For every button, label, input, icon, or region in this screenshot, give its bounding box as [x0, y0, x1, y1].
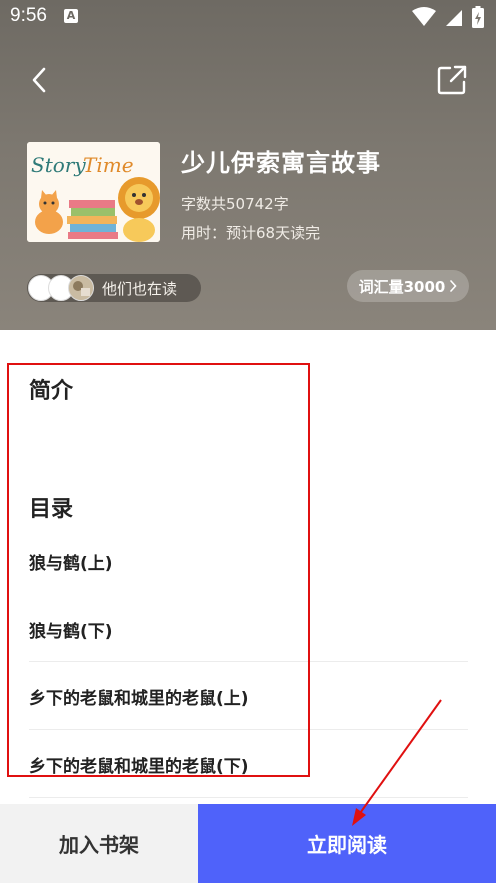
add-to-shelf-button[interactable]: 加入书架 — [0, 804, 198, 883]
battery-charging-icon — [472, 6, 484, 28]
chevron-right-icon — [450, 280, 457, 292]
share-button[interactable] — [436, 64, 468, 96]
status-time: 9:56 — [10, 5, 47, 26]
divider — [29, 797, 468, 798]
reading-time: 用时：预计68天读完 — [181, 224, 321, 242]
wifi-icon — [412, 7, 436, 26]
cover-illustration: Story Time — [27, 142, 160, 242]
svg-text:Time: Time — [83, 153, 134, 177]
chevron-left-icon — [32, 67, 46, 93]
read-now-button[interactable]: 立即阅读 — [198, 804, 496, 883]
signal-icon — [446, 10, 462, 26]
vocabulary-button[interactable]: 词汇量3000 — [347, 270, 469, 302]
status-icons — [412, 6, 484, 28]
vocabulary-label: 词汇量3000 — [358, 277, 446, 296]
avatar — [68, 275, 94, 301]
book-header: 9:56 A Story Time 少儿伊索寓言故事 字数共50742字 用时：… — [0, 0, 496, 330]
notification-icon: A — [64, 9, 78, 23]
bottom-action-bar: 加入书架 立即阅读 — [0, 804, 496, 883]
status-bar: 9:56 A — [0, 0, 496, 34]
word-count: 字数共50742字 — [181, 195, 289, 213]
book-cover[interactable]: Story Time — [27, 142, 160, 242]
svg-text:Story: Story — [31, 153, 86, 177]
book-title: 少儿伊索寓言故事 — [181, 149, 381, 177]
avatar-image — [69, 276, 93, 300]
readers-label: 他们也在读 — [102, 280, 178, 298]
highlight-box — [7, 363, 310, 777]
readers-pill[interactable]: 他们也在读 — [27, 274, 201, 302]
back-button[interactable] — [26, 64, 54, 96]
external-link-icon — [437, 65, 467, 95]
